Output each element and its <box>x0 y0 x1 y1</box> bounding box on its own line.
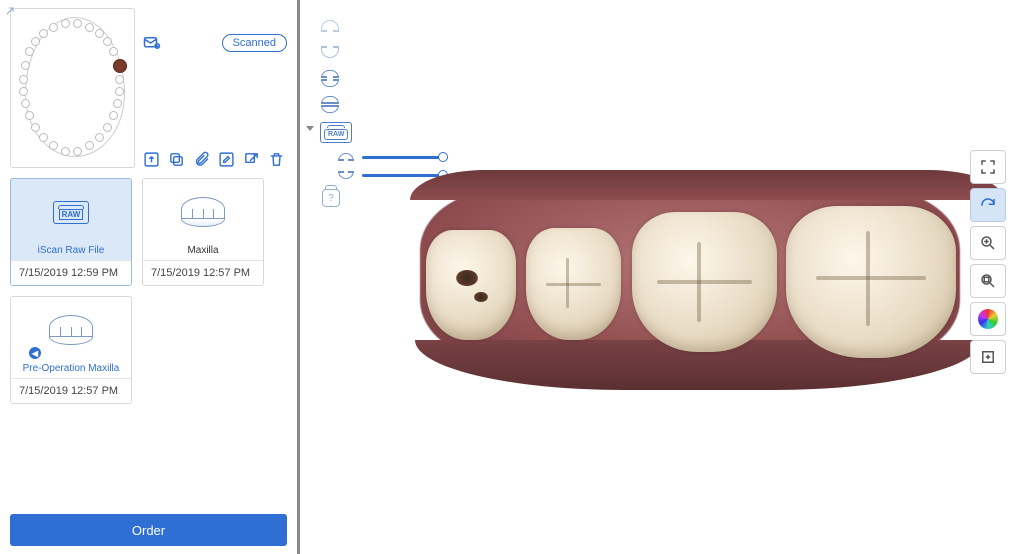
colormap-button[interactable] <box>970 302 1006 336</box>
selected-tooth[interactable] <box>113 59 127 73</box>
dropdown-chevron-icon[interactable] <box>306 126 314 131</box>
mail-quick-icon[interactable] <box>143 34 161 52</box>
help-icon[interactable]: ? <box>322 189 340 207</box>
rotate-button[interactable] <box>970 188 1006 222</box>
attach-icon[interactable] <box>193 151 210 168</box>
layer-arch-both[interactable] <box>320 70 340 86</box>
layer-arch-upper[interactable] <box>320 18 340 34</box>
tooth-chart[interactable] <box>10 8 135 168</box>
scan-actions-toolbar <box>143 151 287 168</box>
viewer-right-toolbar <box>970 150 1006 374</box>
scan-label: iScan Raw File <box>11 245 131 260</box>
layer-arch-both-solid[interactable] <box>320 96 340 112</box>
layer-arch-lower[interactable] <box>320 44 340 60</box>
zoom-in-button[interactable] <box>970 226 1006 260</box>
export-icon[interactable] <box>143 151 160 168</box>
edit-icon[interactable] <box>218 151 235 168</box>
scan-label: Pre-Operation Maxilla <box>11 363 131 378</box>
order-button[interactable]: Order <box>10 514 287 546</box>
viewer[interactable]: RAW ? <box>300 0 1024 554</box>
status-badge: Scanned <box>222 34 287 52</box>
layer-raw-toggle[interactable]: RAW <box>320 122 352 143</box>
scan-date: 7/15/2019 12:57 PM <box>11 378 131 403</box>
scan-3d-model[interactable] <box>420 150 960 410</box>
fullscreen-button[interactable] <box>970 150 1006 184</box>
copy-icon[interactable] <box>168 151 185 168</box>
fit-button[interactable] <box>970 264 1006 298</box>
scan-label: Maxilla <box>143 245 263 260</box>
delete-icon[interactable] <box>268 151 285 168</box>
crop-button[interactable] <box>970 340 1006 374</box>
scan-date: 7/15/2019 12:57 PM <box>143 260 263 285</box>
scan-card-preop[interactable]: ◀ Pre-Operation Maxilla 7/15/2019 12:57 … <box>10 296 132 404</box>
scan-card-raw[interactable]: RAW iScan Raw File 7/15/2019 12:59 PM <box>10 178 132 286</box>
open-external-icon[interactable] <box>243 151 260 168</box>
scan-date: 7/15/2019 12:59 PM <box>11 260 131 285</box>
scans-grid: RAW iScan Raw File 7/15/2019 12:59 PM Ma… <box>10 178 287 404</box>
scan-card-maxilla[interactable]: Maxilla 7/15/2019 12:57 PM <box>142 178 264 286</box>
left-panel: Scanned RAW iScan Raw File 7/15/2019 <box>0 0 300 554</box>
